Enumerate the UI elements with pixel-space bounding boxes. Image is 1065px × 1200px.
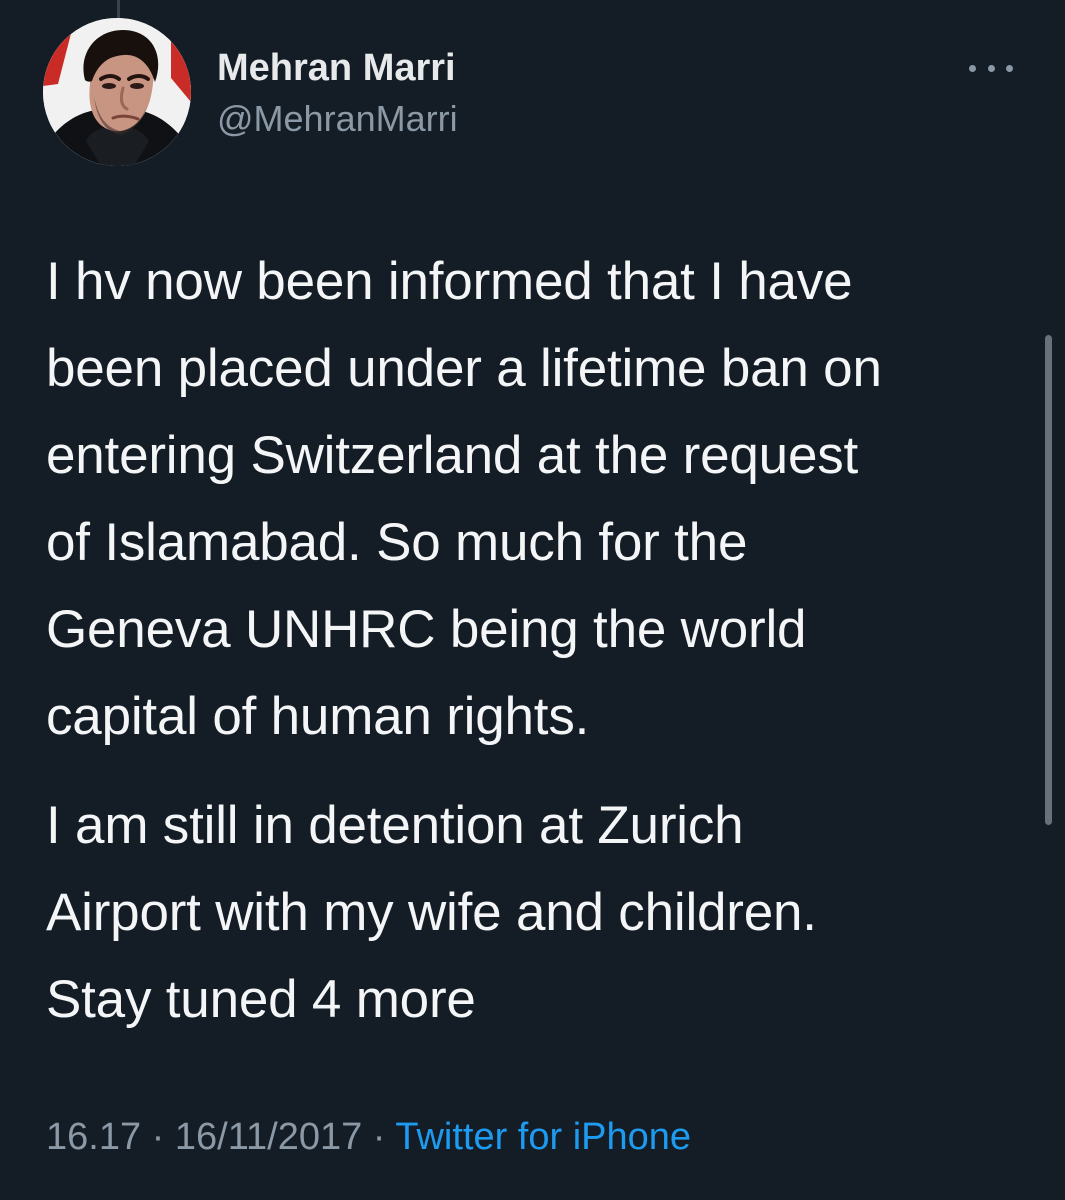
- tweet-screen: Mehran Marri @MehranMarri I hv now been …: [0, 0, 1065, 1200]
- author-portrait-image: [43, 18, 191, 166]
- author-display-name[interactable]: Mehran Marri: [217, 44, 458, 92]
- author-avatar[interactable]: [43, 18, 191, 166]
- thread-connector-line: [117, 0, 120, 18]
- vertical-scrollbar[interactable]: [1045, 335, 1052, 825]
- more-dot: [1006, 64, 1013, 72]
- tweet-paragraph-1: I hv now been informed that I have been …: [46, 252, 882, 746]
- more-horizontal-icon[interactable]: [969, 58, 1013, 78]
- author-name-block: Mehran Marri @MehranMarri: [217, 44, 458, 142]
- more-dot: [969, 64, 976, 72]
- more-dot: [987, 64, 995, 72]
- metadata-separator: ·: [362, 1116, 396, 1158]
- tweet-paragraph-2: I am still in detention at Zurich Airpor…: [46, 796, 817, 1029]
- tweet-source-link[interactable]: Twitter for iPhone: [395, 1116, 691, 1158]
- tweet-time: 16.17: [46, 1116, 142, 1158]
- tweet-text: I hv now been informed that I have been …: [46, 238, 1011, 1043]
- tweet-metadata: 16.17 · 16/11/2017 · Twitter for iPhone: [46, 1115, 691, 1159]
- tweet-date: 16/11/2017: [174, 1116, 363, 1158]
- metadata-separator: ·: [141, 1116, 175, 1158]
- author-handle[interactable]: @MehranMarri: [217, 96, 458, 142]
